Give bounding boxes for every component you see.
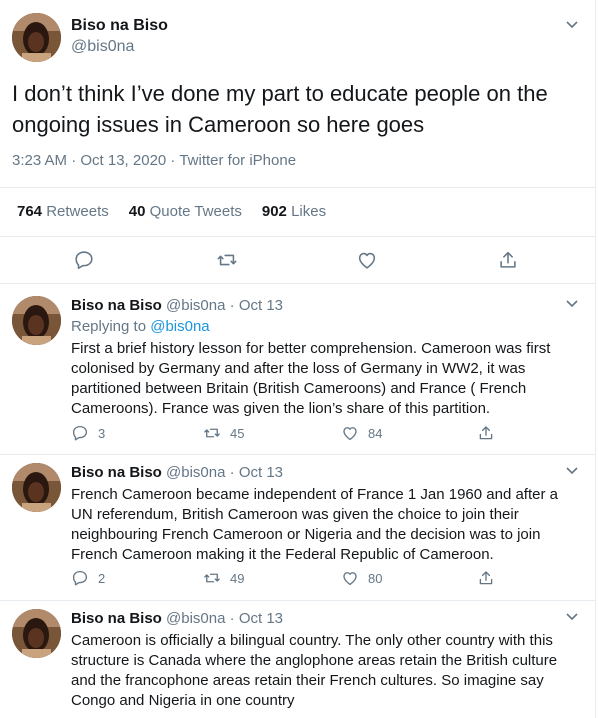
tweet-text: Cameroon is officially a bilingual count… xyxy=(71,632,558,709)
author-name[interactable]: Biso na Biso xyxy=(71,17,168,35)
divider xyxy=(0,236,595,237)
like-icon xyxy=(343,427,357,441)
like-action[interactable]: 80 xyxy=(341,569,382,587)
reply-icon xyxy=(72,425,88,441)
reply-action[interactable]: 2 xyxy=(71,569,105,587)
author-name[interactable]: Biso na Biso xyxy=(71,610,162,627)
author-name[interactable]: Biso na Biso xyxy=(71,297,162,314)
reply-header: Biso na Biso @bis0na · Oct 13 xyxy=(71,464,283,481)
author-handle[interactable]: @bis0na xyxy=(166,297,225,314)
retweets-count: 764 xyxy=(17,203,43,220)
reply-tweet[interactable]: Biso na Biso @bis0na · Oct 13 Replying t… xyxy=(0,284,595,454)
retweet-count: 45 xyxy=(230,425,245,441)
chevron-down-icon[interactable] xyxy=(565,466,579,476)
reply-count: 2 xyxy=(98,570,106,586)
tweet-thread: Biso na Biso @bis0na I don’t think I’ve … xyxy=(0,0,596,718)
retweets-stat[interactable]: 764 Retweets xyxy=(17,203,109,220)
divider xyxy=(0,187,595,188)
retweet-action[interactable]: 49 xyxy=(203,569,244,587)
replying-to: Replying to @bis0na xyxy=(71,318,210,335)
reply-tweet[interactable]: Biso na Biso @bis0na · Oct 13 French Cam… xyxy=(0,455,595,600)
separator-dot: · xyxy=(229,610,235,627)
like-action[interactable]: 84 xyxy=(341,424,382,442)
quote-tweets-label: Quote Tweets xyxy=(149,203,242,220)
like-count: 80 xyxy=(368,570,383,586)
avatar[interactable] xyxy=(12,296,61,345)
author-handle[interactable]: @bis0na xyxy=(166,610,225,627)
share-icon xyxy=(479,571,493,585)
engagement-stats: 764 Retweets 40 Quote Tweets 902 Likes xyxy=(17,203,326,220)
likes-stat[interactable]: 902 Likes xyxy=(262,203,326,220)
reply-count: 3 xyxy=(98,425,106,441)
reply-action[interactable]: 3 xyxy=(71,424,105,442)
likes-label: Likes xyxy=(291,203,327,220)
author-name[interactable]: Biso na Biso xyxy=(71,464,162,481)
retweet-icon xyxy=(204,573,220,583)
tweet-text: First a brief history lesson for better … xyxy=(71,340,551,417)
tweet-date[interactable]: Oct 13 xyxy=(239,297,283,314)
like-icon[interactable] xyxy=(356,249,378,271)
replying-to-label: Replying to xyxy=(71,318,147,335)
quote-tweets-stat[interactable]: 40 Quote Tweets xyxy=(129,203,242,220)
share-action[interactable] xyxy=(477,424,504,442)
chevron-down-icon[interactable] xyxy=(565,612,579,622)
tweet-date[interactable]: Oct 13 xyxy=(239,464,283,481)
quote-tweets-count: 40 xyxy=(128,203,146,220)
chevron-down-icon[interactable] xyxy=(565,20,579,30)
avatar[interactable] xyxy=(12,13,61,62)
tweet-date[interactable]: Oct 13 xyxy=(239,610,283,627)
separator-dot: · xyxy=(229,464,235,481)
retweet-icon[interactable] xyxy=(216,249,238,271)
share-action[interactable] xyxy=(477,569,504,587)
avatar[interactable] xyxy=(12,463,61,512)
reply-header: Biso na Biso @bis0na · Oct 13 xyxy=(71,297,283,314)
avatar[interactable] xyxy=(12,609,61,658)
reply-tweet[interactable]: Biso na Biso @bis0na · Oct 13 Cameroon i… xyxy=(0,601,595,718)
retweet-count: 49 xyxy=(230,570,245,586)
retweets-label: Retweets xyxy=(46,203,109,220)
author-handle[interactable]: @bis0na xyxy=(166,464,225,481)
share-icon[interactable] xyxy=(497,249,519,271)
replying-to-handle[interactable]: @bis0na xyxy=(150,318,209,335)
retweet-action[interactable]: 45 xyxy=(203,424,244,442)
likes-count: 902 xyxy=(261,203,287,220)
retweet-icon xyxy=(204,428,220,438)
like-count: 84 xyxy=(368,425,383,441)
reply-icon[interactable] xyxy=(73,249,95,271)
author-handle[interactable]: @bis0na xyxy=(71,38,134,56)
share-icon xyxy=(479,426,493,440)
tweet-text: I don’t think I’ve done my part to educa… xyxy=(12,81,548,137)
tweet-text: French Cameroon became independent of Fr… xyxy=(71,486,558,563)
like-icon xyxy=(343,572,357,586)
tweet-timestamp[interactable]: 3:23 AM · Oct 13, 2020 · Twitter for iPh… xyxy=(12,152,296,169)
separator-dot: · xyxy=(229,297,235,314)
chevron-down-icon[interactable] xyxy=(565,299,579,309)
reply-icon xyxy=(72,570,88,586)
reply-header: Biso na Biso @bis0na · Oct 13 xyxy=(71,610,283,627)
